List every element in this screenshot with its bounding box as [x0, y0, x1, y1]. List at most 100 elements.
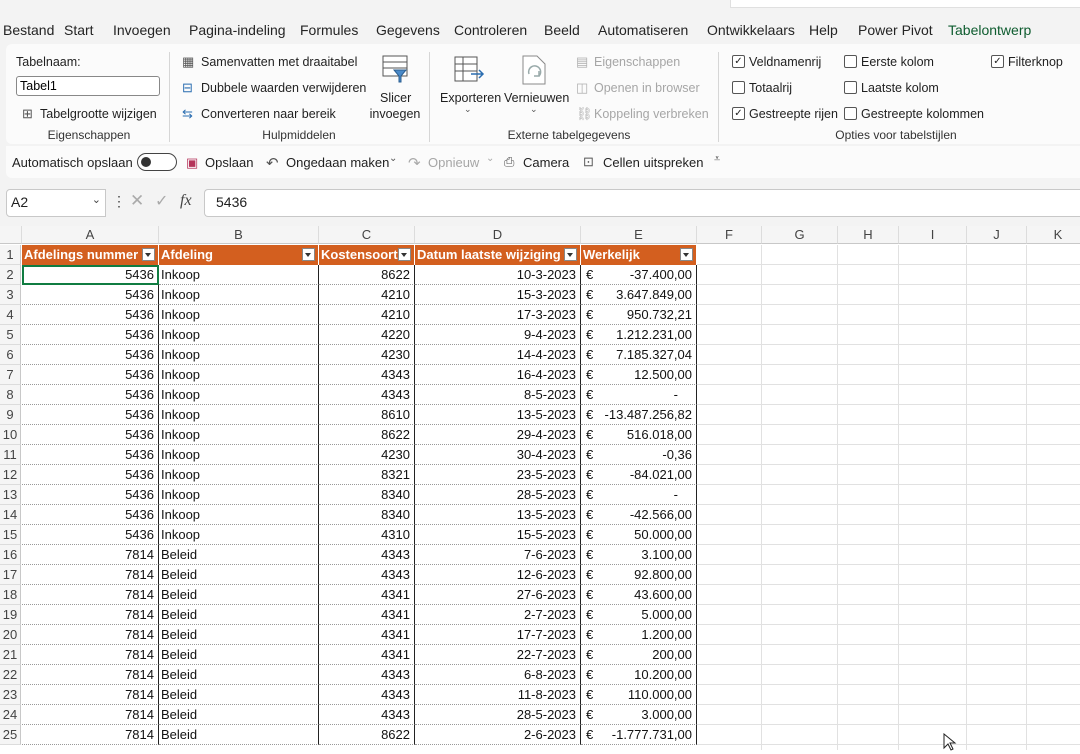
cell-afdelingsnummer[interactable]: 5436	[22, 525, 159, 545]
cell-afdeling[interactable]: Inkoop	[159, 385, 319, 405]
cell-datum[interactable]: 13-5-2023	[415, 505, 581, 525]
cell-afdelingsnummer[interactable]: 5436	[22, 385, 159, 405]
cell-afdelingsnummer[interactable]: 7814	[22, 685, 159, 705]
cell-datum[interactable]: 7-6-2023	[415, 545, 581, 565]
name-box[interactable]: A2 ⌄	[6, 189, 106, 217]
tab-ontwikkelaars[interactable]: Ontwikkelaars	[707, 22, 795, 38]
enter-icon[interactable]: ✓	[155, 191, 168, 211]
header-row-checkbox[interactable]: ✓	[732, 55, 745, 68]
table-header-cell[interactable]: Kostensoort	[319, 245, 415, 265]
cell-kostensoort[interactable]: 4341	[319, 645, 415, 665]
row-header[interactable]: 4	[0, 305, 21, 325]
cell-afdelingsnummer[interactable]: 5436	[22, 445, 159, 465]
slicer-button-line2[interactable]: invoegen	[369, 107, 421, 121]
last-column-checkbox[interactable]	[844, 81, 857, 94]
column-header-k[interactable]: K	[1027, 226, 1080, 244]
filter-dropdown-icon[interactable]	[302, 248, 315, 261]
cell-datum[interactable]: 13-5-2023	[415, 405, 581, 425]
cell-werkelijk[interactable]: €3.647.849,00	[581, 285, 697, 305]
row-header[interactable]: 19	[0, 605, 21, 625]
row-header[interactable]: 18	[0, 585, 21, 605]
table-header-cell[interactable]: Afdelings nummer	[22, 245, 159, 265]
cell-datum[interactable]: 29-4-2023	[415, 425, 581, 445]
cell-afdelingsnummer[interactable]: 5436	[22, 285, 159, 305]
cell-kostensoort[interactable]: 8340	[319, 505, 415, 525]
cell-werkelijk[interactable]: €50.000,00	[581, 525, 697, 545]
cell-afdeling[interactable]: Inkoop	[159, 345, 319, 365]
cell-kostensoort[interactable]: 4343	[319, 385, 415, 405]
cell-afdeling[interactable]: Inkoop	[159, 425, 319, 445]
cell-werkelijk[interactable]: €5.000,00	[581, 605, 697, 625]
row-header[interactable]: 16	[0, 545, 21, 565]
unlink-button[interactable]: Koppeling verbreken	[594, 107, 709, 121]
cell-afdeling[interactable]: Inkoop	[159, 485, 319, 505]
banded-columns-checkbox[interactable]	[844, 107, 857, 120]
tab-power-pivot[interactable]: Power Pivot	[858, 22, 933, 38]
cell-werkelijk[interactable]: €950.732,21	[581, 305, 697, 325]
cell-datum[interactable]: 2-6-2023	[415, 725, 581, 745]
cell-kostensoort[interactable]: 8622	[319, 265, 415, 285]
cell-kostensoort[interactable]: 4343	[319, 365, 415, 385]
cell-kostensoort[interactable]: 4230	[319, 445, 415, 465]
cell-kostensoort[interactable]: 4230	[319, 345, 415, 365]
select-all-corner[interactable]	[0, 226, 22, 244]
cell-datum[interactable]: 28-5-2023	[415, 705, 581, 725]
cell-werkelijk[interactable]: €7.185.327,04	[581, 345, 697, 365]
tab-gegevens[interactable]: Gegevens	[376, 22, 440, 38]
tab-tabelontwerp[interactable]: Tabelontwerp	[948, 22, 1032, 44]
cell-datum[interactable]: 11-8-2023	[415, 685, 581, 705]
remove-duplicates-button[interactable]: Dubbele waarden verwijderen	[201, 81, 366, 95]
more-options-icon[interactable]: ⋮	[112, 193, 126, 210]
row-header[interactable]: 12	[0, 465, 21, 485]
tab-automatiseren[interactable]: Automatiseren	[598, 22, 688, 38]
cell-werkelijk[interactable]: €12.500,00	[581, 365, 697, 385]
total-row-checkbox[interactable]	[732, 81, 745, 94]
cell-datum[interactable]: 15-5-2023	[415, 525, 581, 545]
cell-kostensoort[interactable]: 4343	[319, 705, 415, 725]
column-header-i[interactable]: I	[899, 226, 967, 244]
cell-kostensoort[interactable]: 8321	[319, 465, 415, 485]
cell-afdelingsnummer[interactable]: 5436	[22, 505, 159, 525]
cell-werkelijk[interactable]: € -0,36	[581, 445, 697, 465]
cell-werkelijk[interactable]: €92.800,00	[581, 565, 697, 585]
convert-to-range-button[interactable]: Converteren naar bereik	[201, 107, 336, 121]
cell-datum[interactable]: 12-6-2023	[415, 565, 581, 585]
filter-dropdown-icon[interactable]	[564, 248, 577, 261]
tab-start[interactable]: Start	[64, 22, 94, 38]
row-header[interactable]: 2	[0, 265, 21, 285]
cell-kostensoort[interactable]: 8622	[319, 725, 415, 745]
cell-werkelijk[interactable]: €1.200,00	[581, 625, 697, 645]
cancel-icon[interactable]: ✕	[130, 191, 144, 211]
filter-dropdown-icon[interactable]	[680, 248, 693, 261]
filter-dropdown-icon[interactable]	[398, 248, 411, 261]
cell-afdelingsnummer[interactable]: 7814	[22, 625, 159, 645]
cell-datum[interactable]: 9-4-2023	[415, 325, 581, 345]
cell-kostensoort[interactable]: 4220	[319, 325, 415, 345]
row-header[interactable]: 9	[0, 405, 21, 425]
cell-afdelingsnummer[interactable]: 5436	[22, 465, 159, 485]
cell-kostensoort[interactable]: 8340	[319, 485, 415, 505]
tab-bestand[interactable]: Bestand	[3, 22, 54, 38]
resize-table-button[interactable]: Tabelgrootte wijzigen	[40, 107, 157, 121]
row-header[interactable]: 17	[0, 565, 21, 585]
cell-werkelijk[interactable]: € -	[581, 385, 697, 405]
redo-button[interactable]: Opnieuw	[428, 155, 479, 170]
column-header-g[interactable]: G	[762, 226, 838, 244]
summarize-pivot-button[interactable]: Samenvatten met draaitabel	[201, 55, 357, 69]
table-name-input[interactable]	[16, 76, 160, 96]
cell-afdelingsnummer[interactable]: 7814	[22, 725, 159, 745]
cell-afdeling[interactable]: Beleid	[159, 565, 319, 585]
row-header[interactable]: 15	[0, 525, 21, 545]
row-header[interactable]: 24	[0, 705, 21, 725]
formula-input[interactable]: 5436	[204, 189, 1080, 217]
row-header[interactable]: 6	[0, 345, 21, 365]
cell-datum[interactable]: 30-4-2023	[415, 445, 581, 465]
insert-function-button[interactable]: fx	[180, 192, 192, 210]
undo-button[interactable]: Ongedaan maken	[286, 155, 389, 170]
open-in-browser-button[interactable]: Openen in browser	[594, 81, 700, 95]
cell-kostensoort[interactable]: 8622	[319, 425, 415, 445]
table-header-cell[interactable]: Werkelijk	[581, 245, 697, 265]
cell-afdeling[interactable]: Inkoop	[159, 325, 319, 345]
column-header-a[interactable]: A	[22, 226, 159, 244]
row-header[interactable]: 10	[0, 425, 21, 445]
